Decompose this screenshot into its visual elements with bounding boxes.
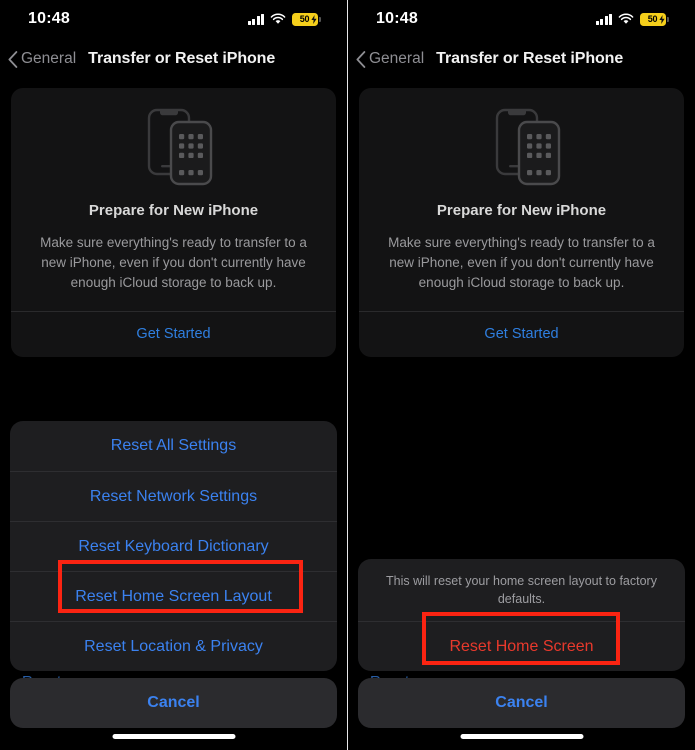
battery-percent-label: 50 bbox=[299, 13, 310, 24]
sheet-item-reset-location-privacy[interactable]: Reset Location & Privacy bbox=[10, 621, 337, 671]
back-button-right[interactable]: General bbox=[356, 50, 424, 68]
status-bar-right: 10:48 50 bbox=[348, 0, 695, 38]
cancel-button-right[interactable]: Cancel bbox=[358, 678, 685, 728]
battery-charging-icon: 50 bbox=[640, 12, 669, 26]
sheet-item-reset-all-settings[interactable]: Reset All Settings bbox=[10, 421, 337, 471]
battery-charging-icon: 50 bbox=[292, 12, 321, 26]
card-title-right: Prepare for New iPhone bbox=[436, 202, 607, 219]
two-iphones-icon bbox=[27, 106, 320, 186]
wifi-icon bbox=[270, 13, 286, 24]
back-button[interactable]: General bbox=[8, 50, 76, 68]
action-sheet-container-left: Reset All Settings Reset Network Setting… bbox=[0, 421, 347, 750]
cellular-bars-icon bbox=[595, 13, 612, 25]
card-description: Make sure everything's ready to transfer… bbox=[40, 235, 307, 290]
sheet-item-reset-network-settings[interactable]: Reset Network Settings bbox=[10, 471, 337, 521]
chevron-left-icon bbox=[8, 50, 18, 68]
page-title: Transfer or Reset iPhone bbox=[88, 50, 276, 67]
right-phone-panel: 10:48 50 General Transfer or Reset iPhon… bbox=[348, 0, 695, 750]
battery-percent-label: 50 bbox=[647, 13, 658, 24]
sheet-item-reset-keyboard-dictionary[interactable]: Reset Keyboard Dictionary bbox=[10, 521, 337, 571]
screenshot-stage: 10:48 50 General Transfer or Reset iPhon… bbox=[0, 0, 695, 750]
cancel-button-left[interactable]: Cancel bbox=[10, 678, 337, 728]
status-bar: 10:48 50 bbox=[0, 0, 347, 38]
confirm-reset-home-screen-button[interactable]: Reset Home Screen bbox=[358, 621, 685, 671]
get-started-button-right[interactable]: Get Started bbox=[375, 312, 668, 357]
home-indicator-left bbox=[112, 734, 235, 739]
prepare-for-new-iphone-card: Prepare for New iPhone Make sure everyth… bbox=[11, 88, 336, 357]
card-description-right: Make sure everything's ready to transfer… bbox=[388, 235, 655, 290]
confirm-message: This will reset your home screen layout … bbox=[386, 574, 657, 606]
charging-bolt-icon bbox=[310, 14, 317, 24]
status-time-right: 10:48 bbox=[376, 10, 418, 27]
back-button-label: General bbox=[21, 50, 77, 67]
reset-confirm-sheet: This will reset your home screen layout … bbox=[358, 559, 685, 671]
charging-bolt-icon bbox=[658, 14, 665, 24]
home-indicator-right bbox=[460, 734, 583, 739]
reset-action-sheet: Reset All Settings Reset Network Setting… bbox=[10, 421, 337, 671]
back-button-label: General bbox=[369, 50, 425, 67]
wifi-icon bbox=[618, 13, 634, 24]
status-indicators: 50 bbox=[247, 12, 321, 26]
navigation-bar-right: General Transfer or Reset iPhone bbox=[348, 38, 695, 80]
cellular-bars-icon bbox=[247, 13, 264, 25]
chevron-left-icon bbox=[356, 50, 366, 68]
status-indicators-right: 50 bbox=[595, 12, 669, 26]
left-phone-panel: 10:48 50 General Transfer or Reset iPhon… bbox=[0, 0, 347, 750]
sheet-item-reset-home-screen-layout[interactable]: Reset Home Screen Layout bbox=[10, 571, 337, 621]
page-title-right: Transfer or Reset iPhone bbox=[436, 50, 624, 67]
get-started-button[interactable]: Get Started bbox=[27, 312, 320, 357]
card-title: Prepare for New iPhone bbox=[88, 202, 259, 219]
prepare-for-new-iphone-card-right: Prepare for New iPhone Make sure everyth… bbox=[359, 88, 684, 357]
status-time: 10:48 bbox=[28, 10, 70, 27]
confirm-sheet-container-right: This will reset your home screen layout … bbox=[348, 559, 695, 750]
navigation-bar: General Transfer or Reset iPhone bbox=[0, 38, 347, 80]
two-iphones-icon bbox=[375, 106, 668, 186]
